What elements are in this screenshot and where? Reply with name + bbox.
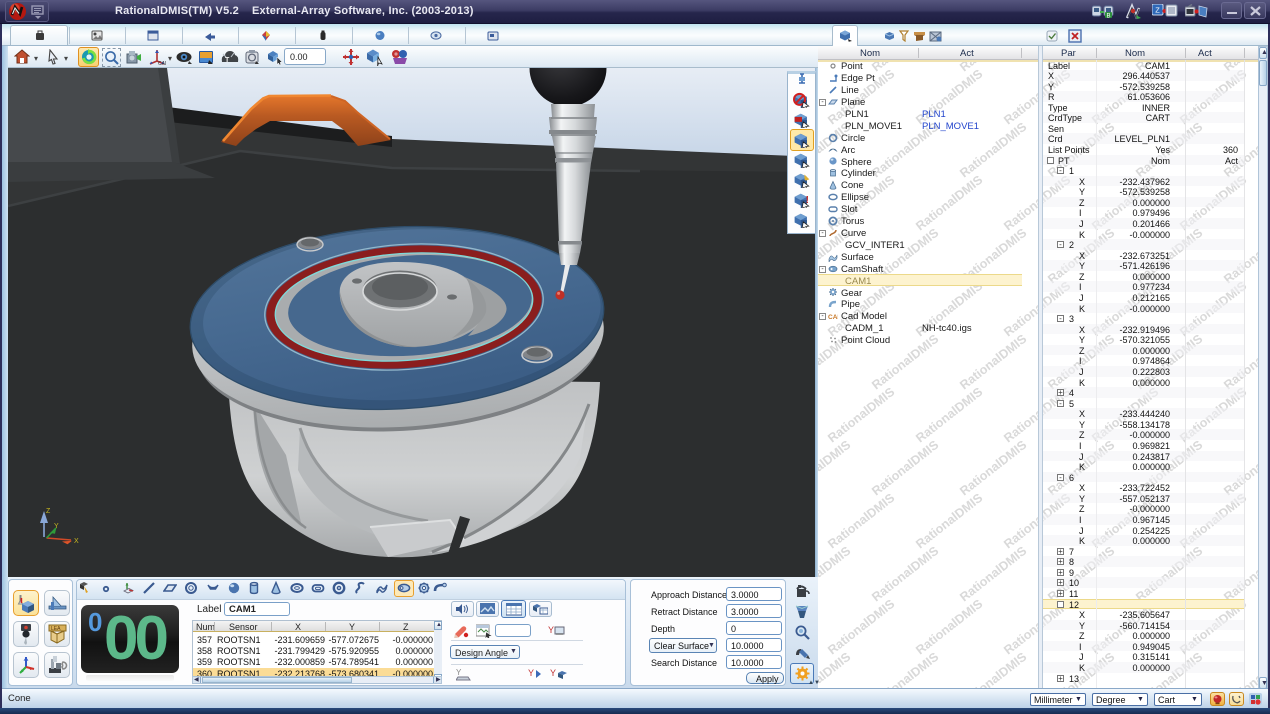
svg-text:LEA: LEA [51, 626, 61, 632]
svg-text:X: X [74, 538, 79, 545]
svg-text:Y: Y [528, 668, 534, 678]
svg-text:Z: Z [1155, 6, 1160, 15]
svg-text:T: T [225, 57, 230, 64]
svg-text:Z: Z [46, 508, 51, 515]
svg-text:Y: Y [548, 625, 554, 635]
svg-text:Y: Y [456, 668, 462, 677]
svg-text:Y: Y [54, 523, 59, 530]
svg-text:B: B [1106, 13, 1110, 19]
svg-text:Y: Y [550, 668, 556, 678]
svg-text:CAD: CAD [158, 61, 166, 66]
svg-text:CAD: CAD [828, 314, 838, 321]
